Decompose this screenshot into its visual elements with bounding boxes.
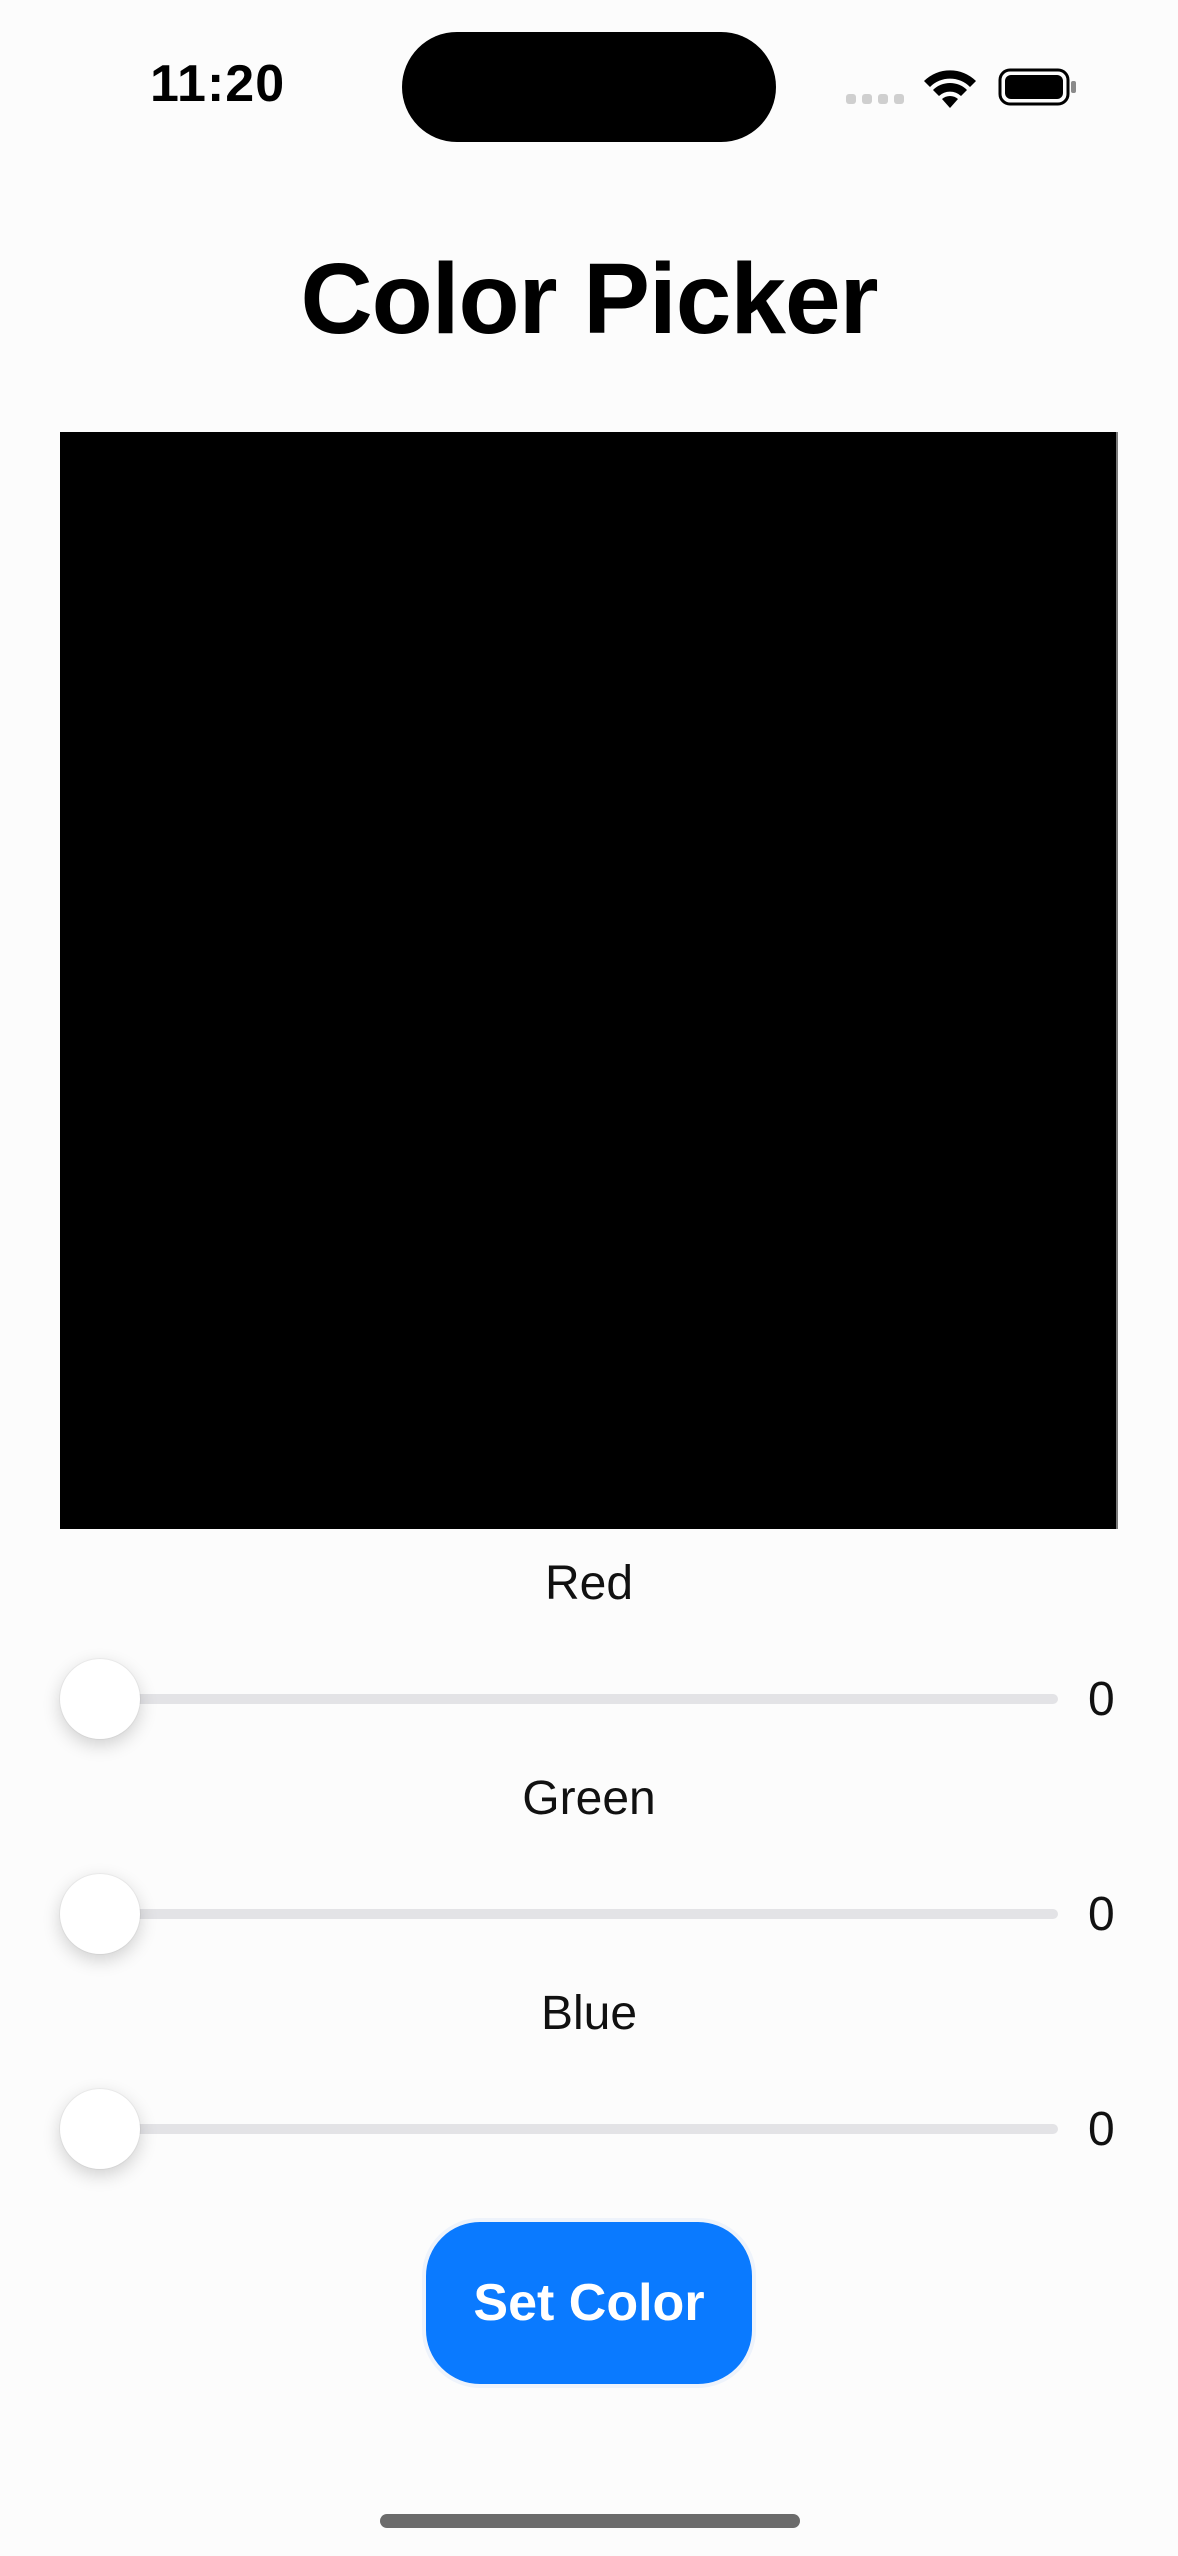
- page-title: Color Picker: [300, 243, 878, 355]
- dynamic-island: [402, 32, 776, 142]
- home-indicator: [380, 2514, 800, 2528]
- red-slider-label: Red: [544, 1557, 634, 1610]
- blue-value: 0: [1088, 2103, 1115, 2156]
- cellular-signal-icon: [846, 94, 904, 104]
- blue-slider-thumb[interactable]: [60, 2089, 140, 2169]
- red-slider-track[interactable]: [100, 1694, 1058, 1704]
- wifi-icon: [924, 70, 976, 108]
- blue-slider-track[interactable]: [100, 2124, 1058, 2134]
- color-preview: [60, 432, 1118, 1529]
- status-time: 11:20: [150, 55, 286, 113]
- red-value: 0: [1088, 1673, 1115, 1726]
- green-slider-label: Green: [522, 1772, 656, 1825]
- green-value: 0: [1088, 1888, 1115, 1941]
- green-slider-track[interactable]: [100, 1909, 1058, 1919]
- status-bar: 11:20: [0, 0, 1178, 180]
- red-slider-thumb[interactable]: [60, 1659, 140, 1739]
- set-color-button[interactable]: Set Color: [422, 2218, 756, 2388]
- blue-slider-label: Blue: [540, 1987, 638, 2040]
- green-slider-thumb[interactable]: [60, 1874, 140, 1954]
- battery-icon: [998, 68, 1076, 106]
